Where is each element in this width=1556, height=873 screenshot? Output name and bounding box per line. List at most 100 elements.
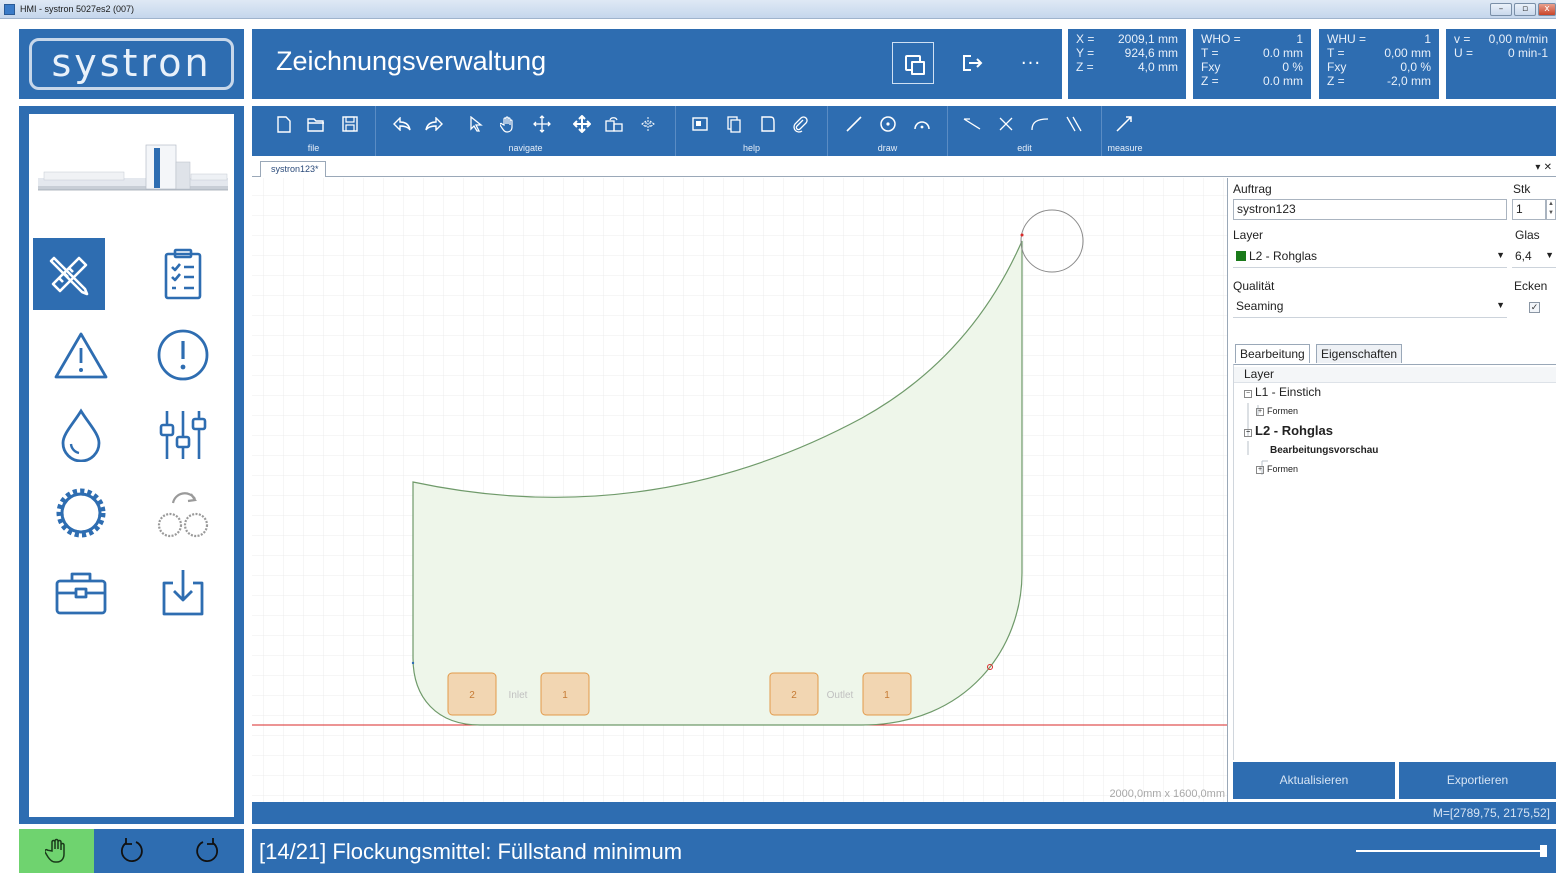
move-icon[interactable] bbox=[532, 114, 552, 134]
line-icon[interactable] bbox=[844, 114, 864, 134]
drawing-surface[interactable]: 2 Inlet 1 2 Outlet 1 bbox=[252, 178, 1228, 802]
readout-label: Z = bbox=[1076, 60, 1094, 74]
fillet-icon[interactable] bbox=[1030, 114, 1050, 134]
readout-label: WHO = bbox=[1201, 32, 1241, 46]
more-button[interactable]: ··· bbox=[1010, 42, 1052, 84]
readout-value: 924,6 mm bbox=[1124, 46, 1178, 60]
layer-select-value: L2 - Rohglas bbox=[1249, 249, 1318, 263]
tab-eigenschaften[interactable]: Eigenschaften bbox=[1316, 344, 1403, 363]
save-icon[interactable] bbox=[340, 114, 360, 134]
stk-spinner[interactable]: ▲ ▼ bbox=[1546, 199, 1556, 220]
tree-node-l1-formen[interactable]: + Formen bbox=[1256, 406, 1298, 416]
undo-icon[interactable] bbox=[392, 114, 412, 134]
page-title: Zeichnungsverwaltung bbox=[276, 46, 547, 76]
alerts-nav[interactable] bbox=[147, 319, 219, 391]
auftrag-label: Auftrag bbox=[1233, 182, 1272, 196]
gear-icon bbox=[56, 488, 106, 538]
center-icon[interactable] bbox=[572, 114, 592, 134]
outlet-slot-2: 2 bbox=[791, 690, 797, 701]
maximize-button[interactable]: ▫ bbox=[1514, 3, 1536, 16]
drawing-canvas[interactable]: 2 Inlet 1 2 Outlet 1 2000,0mm x 1600,0mm bbox=[252, 178, 1228, 802]
image-icon[interactable] bbox=[690, 114, 710, 134]
shape-icon[interactable] bbox=[758, 114, 778, 134]
clipboard-icon bbox=[164, 248, 202, 300]
qualitaet-select[interactable]: Seaming ▼ bbox=[1233, 296, 1507, 318]
exit-button[interactable] bbox=[952, 42, 994, 84]
new-file-icon[interactable] bbox=[274, 114, 294, 134]
readout-value: 0,00 mm bbox=[1384, 46, 1431, 60]
layer-select[interactable]: L2 - Rohglas ▼ bbox=[1233, 246, 1507, 268]
export-button[interactable]: Exportieren bbox=[1399, 762, 1556, 799]
rotate-right-button[interactable] bbox=[169, 829, 244, 873]
chevron-down-icon: ▼ bbox=[1496, 300, 1505, 310]
rotate-shape-icon[interactable] bbox=[604, 114, 624, 134]
inlet-slot-1: 1 bbox=[562, 690, 568, 701]
circle-icon[interactable] bbox=[878, 114, 898, 134]
attach-icon[interactable] bbox=[790, 114, 810, 134]
slider-thumb[interactable] bbox=[1540, 845, 1547, 857]
ecken-checkbox[interactable]: ✓ bbox=[1529, 302, 1540, 313]
layer-label: Layer bbox=[1233, 228, 1264, 242]
tools-nav[interactable] bbox=[45, 477, 117, 549]
settings-sliders-nav[interactable] bbox=[147, 399, 219, 471]
tab-bearbeitung[interactable]: Bearbeitung bbox=[1235, 344, 1310, 363]
mirror-icon[interactable] bbox=[638, 114, 658, 134]
stk-input[interactable]: 1 bbox=[1512, 199, 1546, 220]
update-button[interactable]: Aktualisieren bbox=[1233, 762, 1395, 799]
drawing-tools-nav[interactable] bbox=[33, 238, 105, 310]
fluids-nav[interactable] bbox=[45, 399, 117, 471]
rotate-wheels-nav[interactable] bbox=[147, 477, 219, 549]
window-mode-button[interactable] bbox=[892, 42, 934, 84]
message-slider[interactable] bbox=[1356, 845, 1550, 857]
warnings-nav[interactable] bbox=[45, 319, 117, 391]
node-marker bbox=[411, 661, 415, 665]
select-icon[interactable] bbox=[466, 114, 486, 134]
expand-icon[interactable]: + bbox=[1256, 466, 1264, 474]
auftrag-input[interactable]: systron123 bbox=[1233, 199, 1507, 220]
redo-icon[interactable] bbox=[424, 114, 444, 134]
toolbox-nav[interactable] bbox=[45, 557, 117, 629]
readout-value: 2009,1 mm bbox=[1117, 32, 1178, 46]
readout-row: Z = -2,0 mm bbox=[1327, 74, 1431, 88]
tree-node-preview[interactable]: Bearbeitungsvorschau bbox=[1270, 445, 1378, 456]
document-tab[interactable]: systron123* bbox=[260, 161, 326, 177]
arc-icon[interactable] bbox=[912, 114, 932, 134]
tree-node-l2[interactable]: − L2 - Rohglas bbox=[1244, 423, 1333, 438]
manual-mode-button[interactable] bbox=[19, 829, 94, 873]
tree-node-l2-formen[interactable]: + Formen bbox=[1256, 464, 1298, 474]
minimize-button[interactable]: – bbox=[1490, 3, 1512, 16]
readout-row: T = 0.0 mm bbox=[1201, 46, 1303, 60]
chevron-down-icon: ▼ bbox=[1496, 250, 1505, 260]
readout-value: 0 min-1 bbox=[1507, 46, 1548, 60]
rotate-wheels-icon bbox=[157, 492, 209, 538]
sheet-dimensions: 2000,0mm x 1600,0mm bbox=[1109, 788, 1225, 800]
collapse-icon[interactable]: − bbox=[1244, 390, 1252, 398]
offset-icon[interactable] bbox=[1064, 114, 1084, 134]
navigate-group: navigate bbox=[376, 106, 676, 156]
edit-group-label: edit bbox=[1017, 143, 1032, 153]
expand-icon[interactable]: + bbox=[1256, 408, 1264, 416]
stk-label: Stk bbox=[1513, 182, 1531, 196]
readout-value: 0.0 mm bbox=[1262, 74, 1303, 88]
import-nav[interactable] bbox=[147, 557, 219, 629]
copy-icon[interactable] bbox=[724, 114, 744, 134]
checklist-nav[interactable] bbox=[147, 238, 219, 310]
readout-row: T = 0,00 mm bbox=[1327, 46, 1431, 60]
close-button[interactable]: x bbox=[1538, 3, 1556, 16]
rotate-left-button[interactable] bbox=[94, 829, 169, 873]
readout-value: 1 bbox=[1296, 32, 1303, 46]
collapse-icon[interactable]: − bbox=[1244, 429, 1252, 437]
glas-select[interactable]: 6,4 ▼ bbox=[1512, 246, 1556, 268]
pan-hand-icon[interactable] bbox=[498, 114, 518, 134]
trim-icon[interactable] bbox=[962, 114, 982, 134]
readout-row: X = 2009,1 mm bbox=[1076, 32, 1178, 46]
readout-row: Fxy 0,0 % bbox=[1327, 60, 1431, 74]
file-group: file bbox=[252, 106, 376, 156]
delete-cross-icon[interactable] bbox=[996, 114, 1016, 134]
measure-icon[interactable] bbox=[1114, 114, 1134, 134]
tree-node-l1[interactable]: − L1 - Einstich bbox=[1244, 385, 1321, 399]
open-folder-icon[interactable] bbox=[306, 114, 326, 134]
panel-controls[interactable]: ▾ ✕ bbox=[1535, 162, 1552, 173]
readout-value: 1 bbox=[1424, 32, 1431, 46]
readout-label: v = bbox=[1454, 32, 1471, 46]
